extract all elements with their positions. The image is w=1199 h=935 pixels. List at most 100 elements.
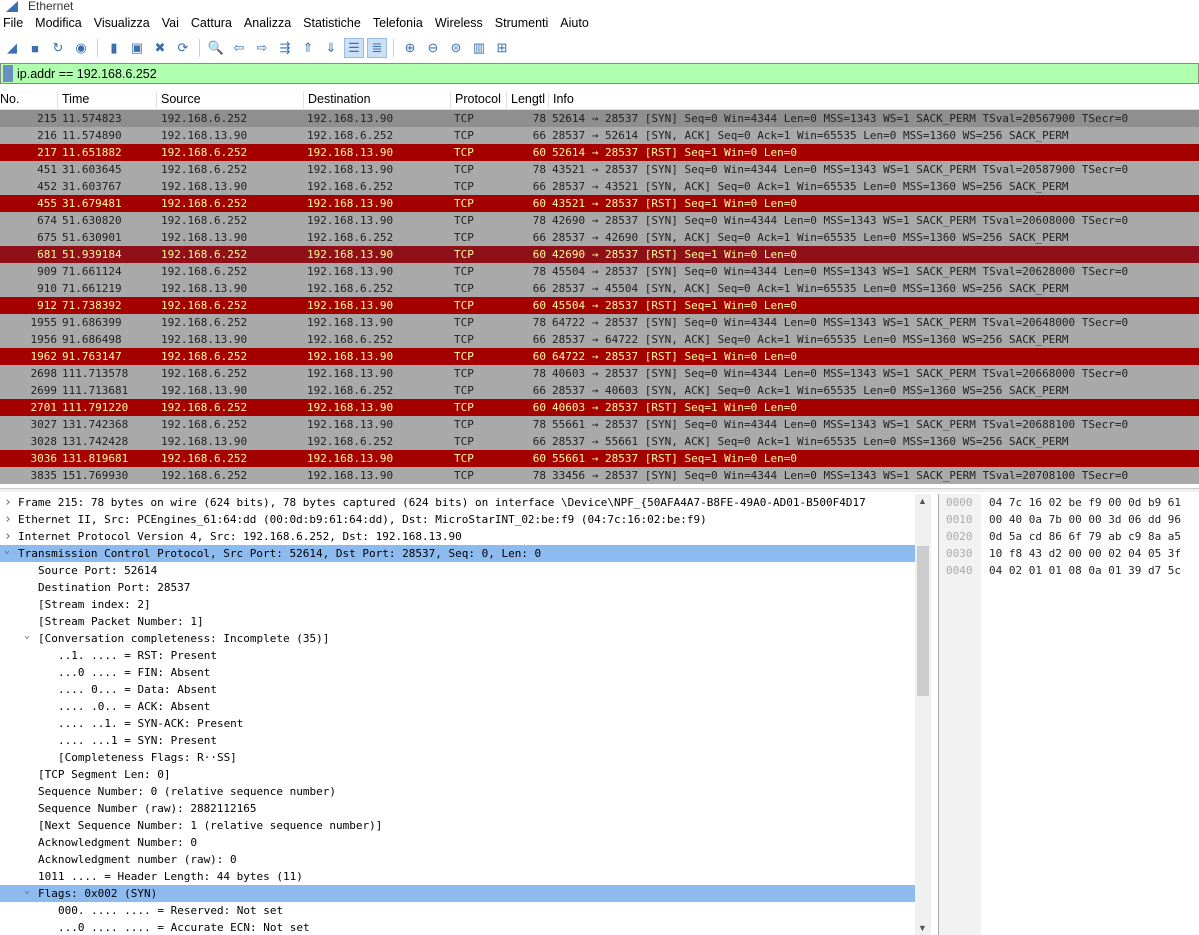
column-info[interactable]: Info bbox=[548, 92, 1198, 110]
detail-line[interactable]: ..1. .... = RST: Present bbox=[0, 647, 915, 664]
detail-line[interactable]: [Completeness Flags: R··SS] bbox=[0, 749, 915, 766]
detail-line[interactable]: 1011 .... = Header Length: 44 bytes (11) bbox=[0, 868, 915, 885]
detail-line[interactable]: .... 0... = Data: Absent bbox=[0, 681, 915, 698]
go-forward-button[interactable]: ⇨ bbox=[252, 38, 272, 58]
menu-vai[interactable]: Vai bbox=[159, 14, 185, 34]
menu-aiuto[interactable]: Aiuto bbox=[557, 14, 595, 34]
packet-row[interactable]: 216 11.574890 192.168.13.90 192.168.6.252 TC… bbox=[0, 127, 1199, 144]
open-file-button[interactable]: ▮ bbox=[104, 38, 124, 58]
first-packet-button[interactable]: ⇑ bbox=[298, 38, 318, 58]
scrollbar-thumb[interactable] bbox=[917, 546, 929, 696]
restart-capture-button[interactable]: ↻ bbox=[48, 38, 68, 58]
detail-line[interactable]: Destination Port: 28537 bbox=[0, 579, 915, 596]
packet-row[interactable]: 215 11.574823 192.168.6.252 192.168.13.90 TC… bbox=[0, 110, 1199, 127]
packet-row[interactable]: 451 31.603645 192.168.6.252 192.168.13.90 TC… bbox=[0, 161, 1199, 178]
detail-line[interactable]: Source Port: 52614 bbox=[0, 562, 915, 579]
detail-line[interactable]: Acknowledgment Number: 0 bbox=[0, 834, 915, 851]
detail-line[interactable]: Sequence Number (raw): 2882112165 bbox=[0, 800, 915, 817]
detail-line[interactable]: [Next Sequence Number: 1 (relative seque… bbox=[0, 817, 915, 834]
packet-row[interactable]: 681 51.939184 192.168.6.252 192.168.13.90 TC… bbox=[0, 246, 1199, 263]
packet-row[interactable]: 674 51.630820 192.168.6.252 192.168.13.90 TC… bbox=[0, 212, 1199, 229]
display-filter-input[interactable] bbox=[17, 66, 1117, 81]
detail-line[interactable]: › Frame 215: 78 bytes on wire (624 bits),… bbox=[0, 494, 915, 511]
packet-list[interactable]: 215 11.574823 192.168.6.252 192.168.13.90 TC… bbox=[0, 110, 1199, 485]
reload-file-button[interactable]: ⟳ bbox=[173, 38, 193, 58]
packet-details-tree[interactable]: › Frame 215: 78 bytes on wire (624 bits),… bbox=[0, 494, 915, 935]
packet-row[interactable]: 909 71.661124 192.168.6.252 192.168.13.90 TC… bbox=[0, 263, 1199, 280]
column-protocol[interactable]: Protocol bbox=[450, 92, 506, 110]
colorize-button[interactable]: ≣ bbox=[367, 38, 387, 58]
start-capture-button[interactable]: ◢ bbox=[2, 38, 22, 58]
detail-line[interactable]: Sequence Number: 0 (relative sequence nu… bbox=[0, 783, 915, 800]
packet-row[interactable]: 1956 91.686498 192.168.13.90 192.168.6.252 T… bbox=[0, 331, 1199, 348]
close-file-button[interactable]: ✖ bbox=[150, 38, 170, 58]
save-file-button[interactable]: ▣ bbox=[127, 38, 147, 58]
chevron-right-icon[interactable]: › bbox=[4, 511, 12, 528]
details-scrollbar[interactable]: ▲ ▼ bbox=[915, 494, 931, 935]
layout-button[interactable]: ⊞ bbox=[492, 38, 512, 58]
column-length[interactable]: Lengtl bbox=[506, 92, 548, 110]
packet-row[interactable]: 912 71.738392 192.168.6.252 192.168.13.90 TC… bbox=[0, 297, 1199, 314]
detail-line[interactable]: Acknowledgment number (raw): 0 bbox=[0, 851, 915, 868]
packet-row[interactable]: 3835 151.769930 192.168.6.252 192.168.13.90… bbox=[0, 467, 1199, 484]
scroll-up-icon[interactable]: ▲ bbox=[918, 496, 927, 506]
detail-line[interactable]: › Ethernet II, Src: PCEngines_61:64:dd (0… bbox=[0, 511, 915, 528]
hex-bytes[interactable]: 04 7c 16 02 be f9 00 0d b9 61 bbox=[989, 494, 1181, 511]
stop-capture-button[interactable]: ■ bbox=[25, 38, 45, 58]
scroll-down-icon[interactable]: ▼ bbox=[918, 923, 927, 933]
hex-bytes[interactable]: 0d 5a cd 86 6f 79 ab c9 8a a5 bbox=[989, 528, 1181, 545]
zoom-in-button[interactable]: ⊕ bbox=[400, 38, 420, 58]
column-destination[interactable]: Destination bbox=[303, 92, 450, 110]
bookmark-icon[interactable] bbox=[3, 65, 13, 82]
detail-line[interactable]: [Stream index: 2] bbox=[0, 596, 915, 613]
detail-line[interactable]: ⌄ Transmission Control Protocol, Src Port… bbox=[0, 545, 915, 562]
chevron-down-icon[interactable]: ⌄ bbox=[24, 882, 30, 899]
menu-modifica[interactable]: Modifica bbox=[32, 14, 88, 34]
detail-line[interactable]: [Stream Packet Number: 1] bbox=[0, 613, 915, 630]
packet-row[interactable]: 217 11.651882 192.168.6.252 192.168.13.90 TC… bbox=[0, 144, 1199, 161]
detail-line[interactable]: .... ...1 = SYN: Present bbox=[0, 732, 915, 749]
detail-line[interactable]: › Internet Protocol Version 4, Src: 192.1… bbox=[0, 528, 915, 545]
packet-row[interactable]: 2701 111.791220 192.168.6.252 192.168.13.90… bbox=[0, 399, 1199, 416]
packet-row[interactable]: 3027 131.742368 192.168.6.252 192.168.13.90… bbox=[0, 416, 1199, 433]
detail-line[interactable]: ...0 .... .... = Accurate ECN: Not set bbox=[0, 919, 915, 935]
column-no[interactable]: No. bbox=[0, 92, 53, 110]
packet-row[interactable]: 2699 111.713681 192.168.13.90 192.168.6.252… bbox=[0, 382, 1199, 399]
autoscroll-button[interactable]: ☰ bbox=[344, 38, 364, 58]
chevron-right-icon[interactable]: › bbox=[4, 494, 12, 511]
menu-analizza[interactable]: Analizza bbox=[241, 14, 297, 34]
detail-line[interactable]: ⌄ [Conversation completeness: Incomplete … bbox=[0, 630, 915, 647]
packet-row[interactable]: 2698 111.713578 192.168.6.252 192.168.13.90… bbox=[0, 365, 1199, 382]
menu-cattura[interactable]: Cattura bbox=[188, 14, 238, 34]
go-back-button[interactable]: ⇦ bbox=[229, 38, 249, 58]
menu-strumenti[interactable]: Strumenti bbox=[492, 14, 555, 34]
resize-columns-button[interactable]: ▥ bbox=[469, 38, 489, 58]
detail-line[interactable]: .... ..1. = SYN-ACK: Present bbox=[0, 715, 915, 732]
packet-row[interactable]: 910 71.661219 192.168.13.90 192.168.6.252 TC… bbox=[0, 280, 1199, 297]
packet-row[interactable]: 452 31.603767 192.168.13.90 192.168.6.252 TC… bbox=[0, 178, 1199, 195]
hex-bytes[interactable]: 00 40 0a 7b 00 00 3d 06 dd 96 bbox=[989, 511, 1181, 528]
zoom-out-button[interactable]: ⊖ bbox=[423, 38, 443, 58]
pane-splitter[interactable] bbox=[0, 488, 1199, 492]
chevron-down-icon[interactable]: ⌄ bbox=[4, 542, 10, 559]
packet-row[interactable]: 455 31.679481 192.168.6.252 192.168.13.90 TC… bbox=[0, 195, 1199, 212]
packet-row[interactable]: 675 51.630901 192.168.13.90 192.168.6.252 TC… bbox=[0, 229, 1199, 246]
menu-wireless[interactable]: Wireless bbox=[432, 14, 489, 34]
menu-visualizza[interactable]: Visualizza bbox=[91, 14, 156, 34]
detail-line[interactable]: 000. .... .... = Reserved: Not set bbox=[0, 902, 915, 919]
detail-line[interactable]: .... .0.. = ACK: Absent bbox=[0, 698, 915, 715]
column-source[interactable]: Source bbox=[156, 92, 303, 110]
menu-statistiche[interactable]: Statistiche bbox=[300, 14, 367, 34]
packet-row[interactable]: 1955 91.686399 192.168.6.252 192.168.13.90 T… bbox=[0, 314, 1199, 331]
menu-telefonia[interactable]: Telefonia bbox=[370, 14, 429, 34]
column-time[interactable]: Time bbox=[57, 92, 156, 110]
find-packet-button[interactable]: 🔍 bbox=[206, 38, 226, 58]
chevron-down-icon[interactable]: ⌄ bbox=[24, 627, 30, 644]
packet-row[interactable]: 1962 91.763147 192.168.6.252 192.168.13.90 T… bbox=[0, 348, 1199, 365]
go-to-packet-button[interactable]: ⇶ bbox=[275, 38, 295, 58]
detail-line[interactable]: ⌄ Flags: 0x002 (SYN) bbox=[0, 885, 915, 902]
last-packet-button[interactable]: ⇓ bbox=[321, 38, 341, 58]
hex-bytes[interactable]: 04 02 01 01 08 0a 01 39 d7 5c bbox=[989, 562, 1181, 579]
detail-line[interactable]: ...0 .... = FIN: Absent bbox=[0, 664, 915, 681]
packet-row[interactable]: 3036 131.819681 192.168.6.252 192.168.13.90… bbox=[0, 450, 1199, 467]
